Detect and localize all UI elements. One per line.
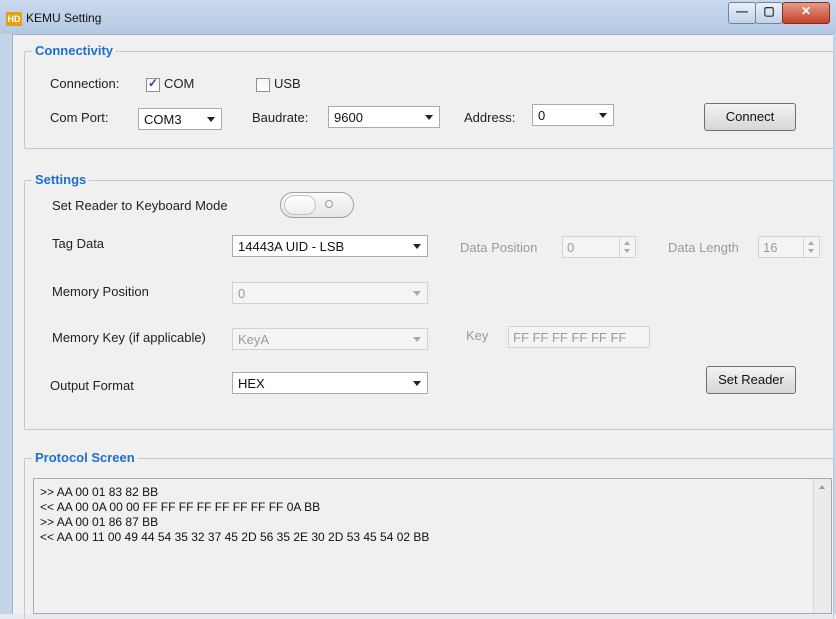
toggle-off-icon: [325, 200, 333, 208]
data-length-spinner[interactable]: 16: [758, 236, 820, 258]
com-checkbox[interactable]: ✓: [146, 76, 160, 92]
spinner-arrows[interactable]: [803, 237, 819, 257]
minimize-icon: —: [736, 4, 748, 18]
output-format-label: Output Format: [50, 378, 134, 393]
data-length-label: Data Length: [668, 240, 739, 255]
minimize-button[interactable]: —: [728, 2, 756, 24]
data-length-value: 16: [763, 240, 778, 255]
connect-button[interactable]: Connect: [704, 103, 796, 131]
memory-key-value: KeyA: [238, 332, 270, 347]
connectivity-group: [24, 51, 834, 149]
toggle-knob: [284, 195, 316, 215]
baudrate-value: 9600: [334, 110, 363, 125]
spin-down-icon: [624, 249, 630, 253]
output-format-select[interactable]: HEX: [232, 372, 428, 394]
scroll-up-icon[interactable]: [819, 485, 825, 489]
settings-title: Settings: [32, 172, 90, 187]
spinner-arrows[interactable]: [619, 237, 635, 257]
close-button[interactable]: ✕: [782, 2, 830, 24]
baudrate-select[interactable]: 9600: [328, 106, 440, 128]
checkmark-icon: ✓: [148, 76, 159, 90]
chevron-down-icon: [413, 337, 421, 342]
memory-position-value: 0: [238, 286, 246, 301]
close-icon: ✕: [800, 4, 812, 18]
spin-down-icon: [808, 249, 814, 253]
baudrate-label: Baudrate:: [252, 110, 309, 125]
spin-up-icon: [624, 241, 630, 245]
com-port-select[interactable]: COM3: [138, 108, 222, 130]
keyboard-mode-label: Set Reader to Keyboard Mode: [52, 198, 228, 213]
com-port-label: Com Port:: [50, 110, 109, 125]
chevron-down-icon: [425, 115, 433, 120]
address-select[interactable]: 0: [532, 104, 614, 126]
memory-key-select[interactable]: KeyA: [232, 328, 428, 350]
chevron-down-icon: [413, 381, 421, 386]
data-position-label: Data Position: [460, 240, 538, 255]
memory-position-label: Memory Position: [52, 284, 149, 299]
window-frame-left: [0, 34, 13, 614]
key-label: Key: [466, 328, 489, 343]
com-port-value: COM3: [144, 112, 182, 127]
set-reader-button[interactable]: Set Reader: [706, 366, 796, 394]
keyboard-mode-toggle[interactable]: [280, 192, 354, 218]
log-line: << AA 00 0A 00 00 FF FF FF FF FF FF FF F…: [40, 500, 321, 514]
key-value: FF FF FF FF FF FF: [513, 330, 627, 345]
data-position-spinner[interactable]: 0: [562, 236, 636, 258]
window-title: KEMU Setting: [26, 11, 102, 25]
log-line: >> AA 00 01 83 82 BB: [40, 485, 159, 499]
maximize-button[interactable]: ▢: [755, 2, 783, 24]
chevron-down-icon: [599, 113, 607, 118]
chevron-down-icon: [413, 244, 421, 249]
log-line: << AA 00 11 00 49 44 54 35 32 37 45 2D 5…: [40, 530, 430, 544]
connection-label: Connection:: [50, 76, 120, 91]
output-format-value: HEX: [238, 376, 265, 391]
app-icon: HD: [6, 12, 22, 26]
log-line: >> AA 00 01 86 87 BB: [40, 515, 159, 529]
usb-label: USB: [274, 76, 301, 91]
memory-key-label: Memory Key (if applicable): [52, 330, 206, 345]
chevron-down-icon: [207, 117, 215, 122]
usb-checkbox[interactable]: [256, 78, 270, 92]
key-input[interactable]: FF FF FF FF FF FF: [508, 326, 650, 348]
protocol-log[interactable]: >> AA 00 01 83 82 BB << AA 00 0A 00 00 F…: [33, 478, 832, 614]
protocol-title: Protocol Screen: [32, 450, 138, 465]
com-label: COM: [164, 76, 195, 91]
connectivity-title: Connectivity: [32, 43, 117, 58]
chevron-down-icon: [413, 291, 421, 296]
data-position-value: 0: [567, 240, 575, 255]
address-label: Address:: [464, 110, 516, 125]
tag-data-value: 14443A UID - LSB: [238, 239, 345, 254]
title-bar[interactable]: HD KEMU Setting — ▢ ✕: [0, 0, 836, 35]
tag-data-label: Tag Data: [52, 236, 105, 251]
address-value: 0: [538, 108, 546, 123]
tag-data-select[interactable]: 14443A UID - LSB: [232, 235, 428, 257]
spin-up-icon: [808, 241, 814, 245]
memory-position-select[interactable]: 0: [232, 282, 428, 304]
maximize-icon: ▢: [763, 4, 775, 18]
log-scrollbar[interactable]: [813, 479, 831, 613]
